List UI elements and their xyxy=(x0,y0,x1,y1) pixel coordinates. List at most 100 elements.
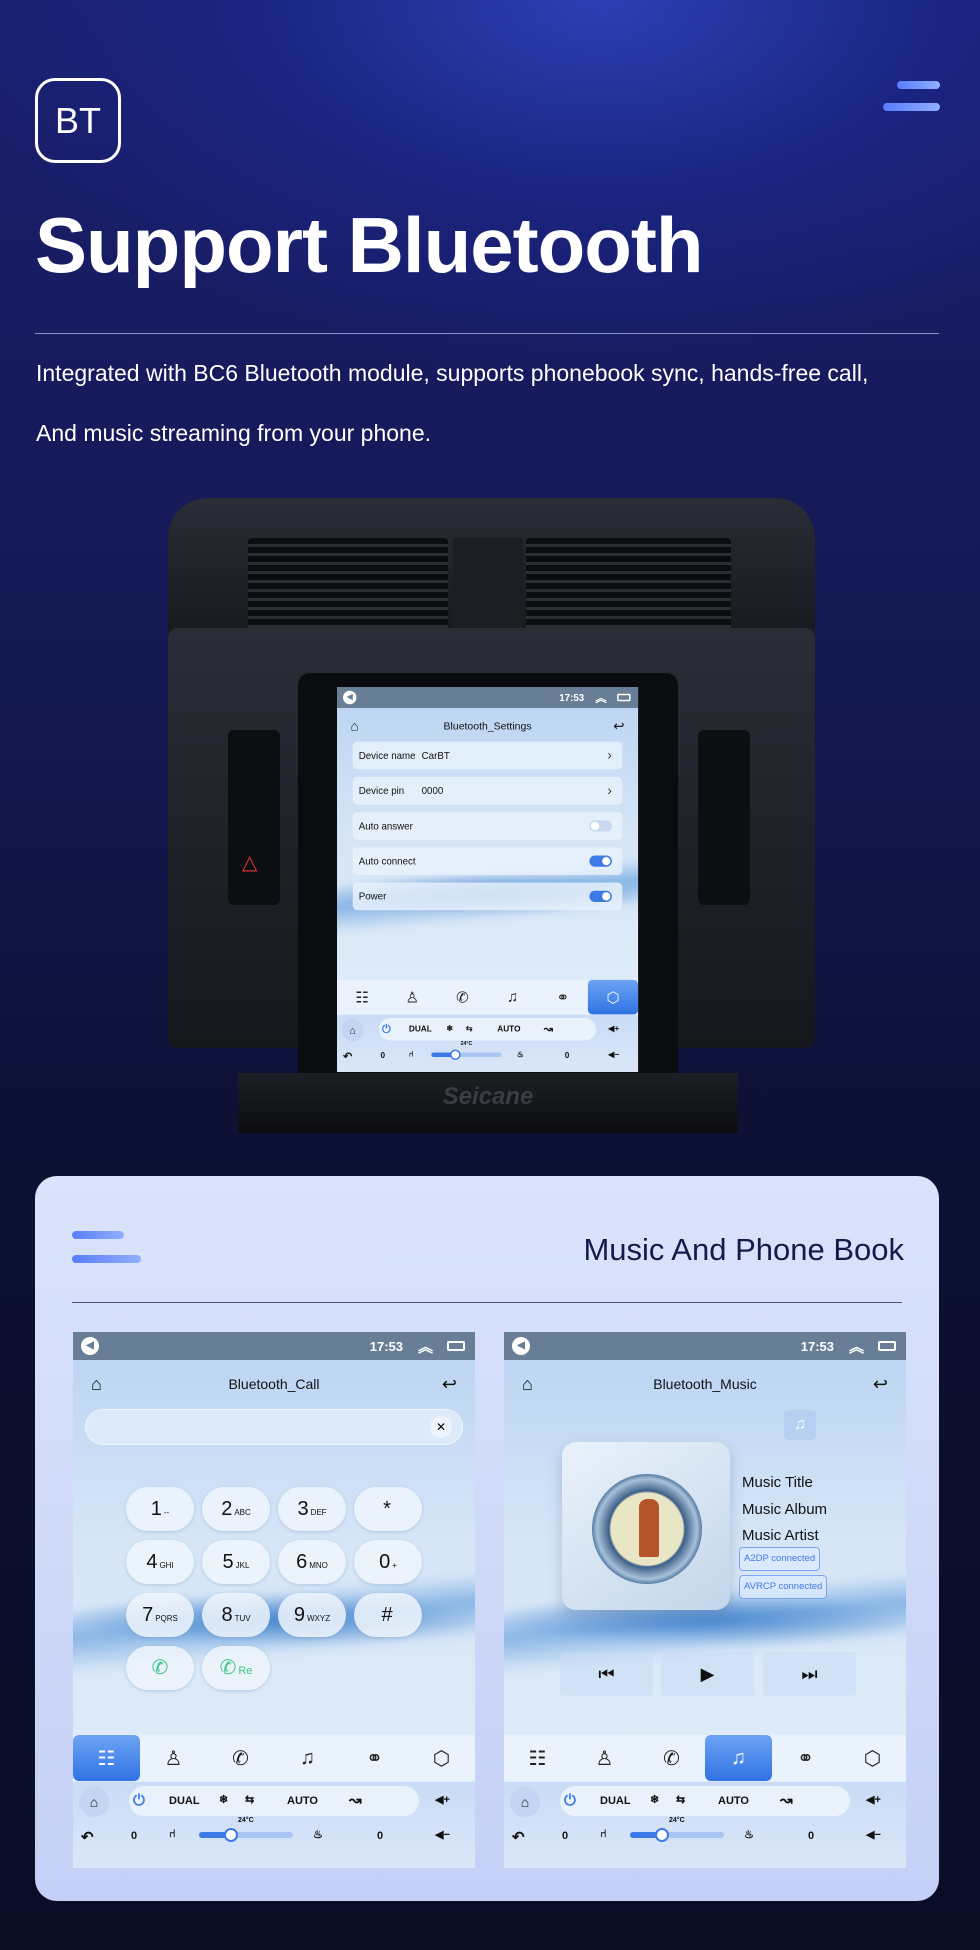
dial-key[interactable]: 0 + xyxy=(354,1540,422,1584)
auto-button[interactable]: AUTO xyxy=(287,1795,318,1807)
airflow-icon[interactable]: ↝ xyxy=(349,1791,362,1809)
back-arrow-icon[interactable]: ↶ xyxy=(512,1828,525,1846)
dial-key[interactable]: # xyxy=(354,1593,422,1637)
tab-music[interactable]: ♫ xyxy=(274,1735,341,1781)
volume-icon[interactable]: ◀ xyxy=(512,1337,530,1355)
tab-settings[interactable]: ⬡ xyxy=(408,1735,475,1781)
volume-up-icon[interactable]: ◀+ xyxy=(608,1023,619,1033)
play-button[interactable]: ▶ xyxy=(661,1652,754,1696)
tab-contacts[interactable]: ♙ xyxy=(387,980,437,1014)
volume-down-icon[interactable]: ◀− xyxy=(866,1828,881,1841)
dial-key[interactable]: * xyxy=(354,1487,422,1531)
recirculation-icon[interactable]: ⇆ xyxy=(676,1793,685,1806)
climate-home-button[interactable]: ⌂ xyxy=(510,1787,540,1817)
volume-icon[interactable]: ◀ xyxy=(342,690,357,705)
seat-icon[interactable]: ⑁ xyxy=(600,1828,607,1840)
ac-snowflake-icon[interactable]: ❄ xyxy=(446,1023,453,1033)
tab-contacts[interactable]: ♙ xyxy=(571,1735,638,1781)
seat-heat-icon[interactable]: ♨ xyxy=(744,1828,754,1841)
seat-icon[interactable]: ⑁ xyxy=(409,1050,414,1059)
home-icon[interactable]: ⌂ xyxy=(522,1372,533,1396)
tab-grid[interactable]: ☷ xyxy=(337,980,387,1014)
auto-button[interactable]: AUTO xyxy=(497,1025,520,1034)
tab-music[interactable]: ♫ xyxy=(488,980,538,1014)
tab-link[interactable]: ⚭ xyxy=(772,1735,839,1781)
settings-row[interactable]: Auto connect xyxy=(352,847,623,875)
volume-down-icon[interactable]: ◀− xyxy=(435,1828,450,1841)
music-source-button[interactable]: ♫ xyxy=(784,1410,816,1440)
dial-key[interactable]: 4 GHI xyxy=(126,1540,194,1584)
windows-icon[interactable] xyxy=(617,693,631,702)
dial-key[interactable]: 8 TUV xyxy=(202,1593,270,1637)
slider-knob[interactable] xyxy=(655,1828,669,1842)
volume-icon[interactable]: ◀ xyxy=(81,1337,99,1355)
dial-key[interactable]: 5 JKL xyxy=(202,1540,270,1584)
power-icon[interactable]: ⏻ xyxy=(133,1792,145,1809)
menu-icon[interactable] xyxy=(883,81,940,112)
toggle-switch[interactable] xyxy=(589,855,612,867)
next-button[interactable]: ⏭ xyxy=(763,1652,856,1696)
recirculation-icon[interactable]: ⇆ xyxy=(245,1793,254,1806)
expand-icon[interactable]: ︽ xyxy=(595,690,606,706)
ac-snowflake-icon[interactable]: ❄ xyxy=(650,1793,659,1806)
dial-key[interactable]: 6 MNO xyxy=(278,1540,346,1584)
dial-key[interactable]: 7 PQRS xyxy=(126,1593,194,1637)
dial-key[interactable]: 2 ABC xyxy=(202,1487,270,1531)
tab-phone[interactable]: ✆ xyxy=(207,1735,274,1781)
home-icon[interactable]: ⌂ xyxy=(91,1372,102,1396)
number-input[interactable] xyxy=(85,1409,463,1445)
toggle-switch[interactable] xyxy=(589,820,612,832)
power-icon[interactable]: ⏻ xyxy=(382,1023,391,1036)
dual-button[interactable]: DUAL xyxy=(600,1795,631,1807)
back-icon[interactable]: ↩ xyxy=(873,1372,888,1396)
settings-row[interactable]: Device name CarBT › xyxy=(352,741,623,770)
tab-grid[interactable]: ☷ xyxy=(504,1735,571,1781)
dual-button[interactable]: DUAL xyxy=(169,1795,200,1807)
tab-contacts[interactable]: ♙ xyxy=(140,1735,207,1781)
fan-speed-slider[interactable] xyxy=(630,1828,724,1842)
dial-key[interactable]: 3 DEF xyxy=(278,1487,346,1531)
fan-speed-slider[interactable] xyxy=(199,1828,293,1842)
home-icon[interactable]: ⌂ xyxy=(350,717,358,735)
windows-icon[interactable] xyxy=(447,1341,465,1351)
redial-button[interactable]: ✆ Re xyxy=(202,1646,270,1690)
call-button[interactable]: ✆ xyxy=(126,1646,194,1690)
climate-home-button[interactable]: ⌂ xyxy=(341,1018,364,1042)
volume-up-icon[interactable]: ◀+ xyxy=(435,1793,450,1806)
volume-down-icon[interactable]: ◀− xyxy=(608,1050,619,1059)
airflow-icon[interactable]: ↝ xyxy=(780,1791,793,1809)
clear-button[interactable]: ✕ xyxy=(430,1416,452,1438)
dual-button[interactable]: DUAL xyxy=(409,1025,432,1034)
ac-snowflake-icon[interactable]: ❄ xyxy=(219,1793,228,1806)
back-arrow-icon[interactable]: ↶ xyxy=(343,1050,352,1063)
settings-row[interactable]: Power xyxy=(352,882,623,911)
climate-home-button[interactable]: ⌂ xyxy=(79,1787,109,1817)
slider-knob[interactable] xyxy=(224,1828,238,1842)
recirculation-icon[interactable]: ⇆ xyxy=(466,1023,473,1033)
tab-phone[interactable]: ✆ xyxy=(638,1735,705,1781)
airflow-icon[interactable]: ↝ xyxy=(544,1022,553,1036)
dial-key[interactable]: 9 WXYZ xyxy=(278,1593,346,1637)
windows-icon[interactable] xyxy=(878,1341,896,1351)
seat-heat-icon[interactable]: ♨ xyxy=(313,1828,323,1841)
back-icon[interactable]: ↩ xyxy=(613,717,624,735)
dial-key[interactable]: 1 -- xyxy=(126,1487,194,1531)
tab-link[interactable]: ⚭ xyxy=(341,1735,408,1781)
hazard-icon[interactable]: △ xyxy=(242,850,257,875)
tab-music[interactable]: ♫ xyxy=(705,1735,772,1781)
settings-row[interactable]: Device pin 0000 › xyxy=(352,776,623,805)
settings-row[interactable]: Auto answer xyxy=(352,812,623,840)
tab-settings[interactable]: ⬡ xyxy=(839,1735,906,1781)
auto-button[interactable]: AUTO xyxy=(718,1795,749,1807)
slider-knob[interactable] xyxy=(450,1049,461,1061)
back-icon[interactable]: ↩ xyxy=(442,1372,457,1396)
fan-speed-slider[interactable] xyxy=(431,1049,502,1061)
expand-icon[interactable]: ︽ xyxy=(418,1336,433,1357)
seat-icon[interactable]: ⑁ xyxy=(169,1828,176,1840)
previous-button[interactable]: ⏮ xyxy=(560,1652,653,1696)
volume-up-icon[interactable]: ◀+ xyxy=(866,1793,881,1806)
seat-heat-icon[interactable]: ♨ xyxy=(517,1050,524,1059)
back-arrow-icon[interactable]: ↶ xyxy=(81,1828,94,1846)
tab-grid[interactable]: ☷ xyxy=(73,1735,140,1781)
tab-phone[interactable]: ✆ xyxy=(437,980,487,1014)
